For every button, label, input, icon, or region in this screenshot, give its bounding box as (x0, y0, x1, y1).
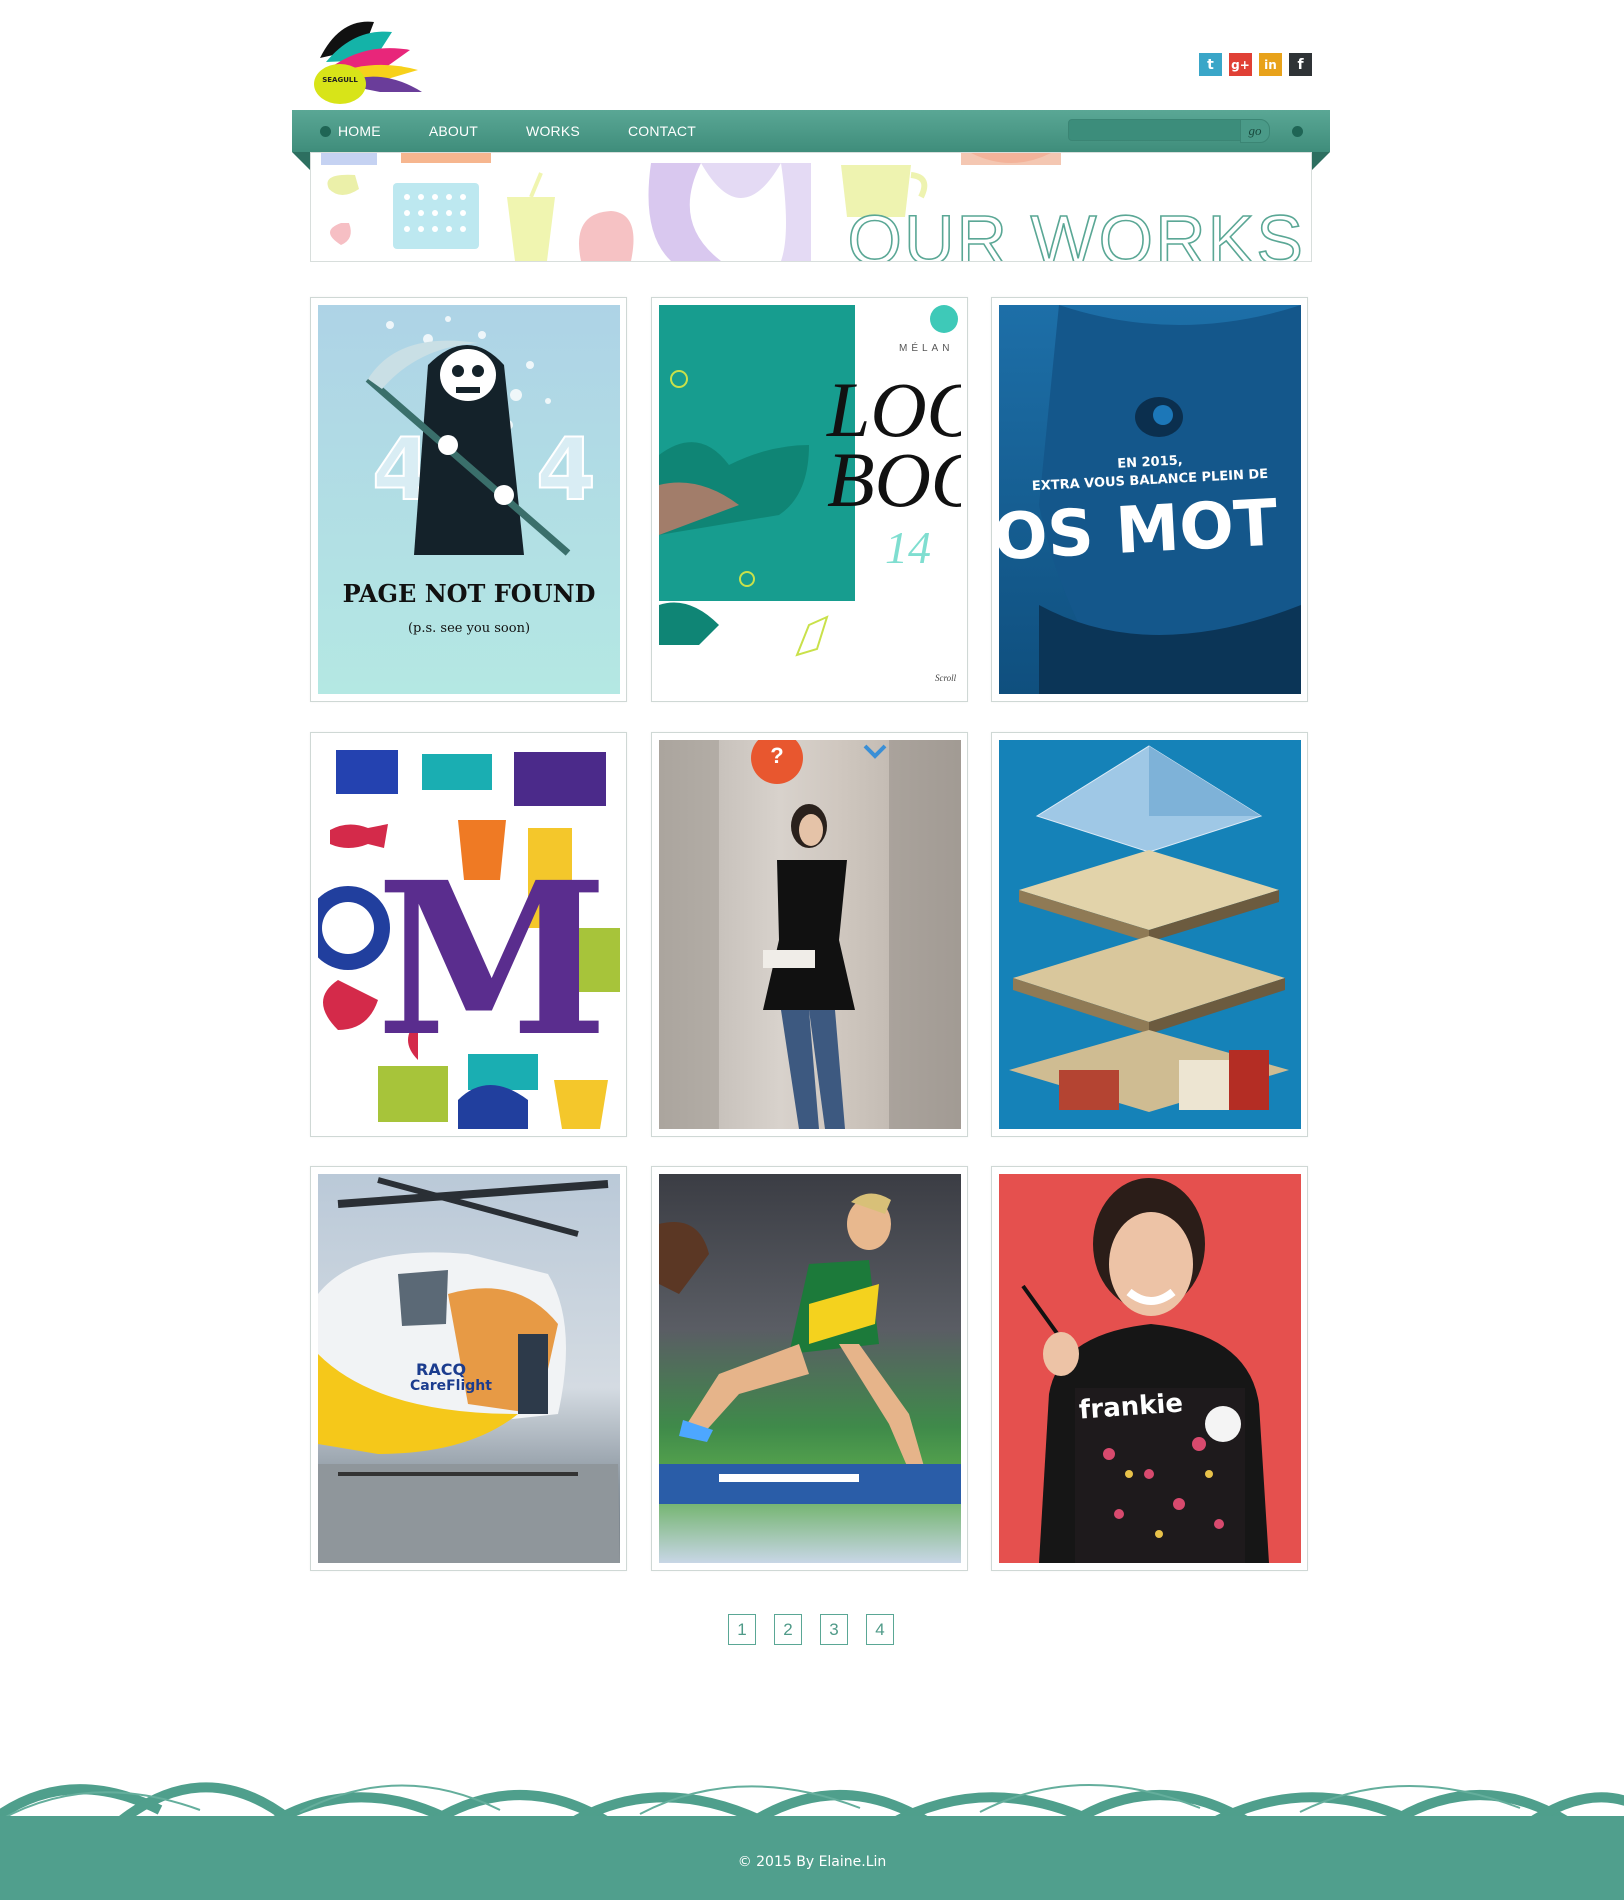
helicopter-label-2: CareFlight (410, 1378, 492, 1394)
work-image-frankie: frankie (999, 1174, 1301, 1563)
work-card[interactable]: MÉLAN LOO BOO 14 Scroll (651, 297, 968, 702)
work-image-louvre (999, 740, 1301, 1129)
work-card[interactable]: EN 2015, EXTRA VOUS BALANCE PLEIN DE OS … (991, 297, 1308, 702)
work-image-lookbook: MÉLAN LOO BOO 14 Scroll (659, 305, 961, 694)
woman-illustration (659, 740, 961, 1129)
lookbook-scroll-note: Scroll (935, 673, 957, 683)
social-links: t g+ in f (1199, 53, 1312, 76)
google-plus-icon[interactable]: g+ (1229, 53, 1252, 76)
search-box: go (1068, 119, 1270, 143)
nav-item-home[interactable]: HOME (338, 123, 381, 139)
work-image-m-pattern: M (318, 740, 620, 1129)
m-pattern-letter: M (376, 836, 609, 1083)
page-link-3[interactable]: 3 (820, 1614, 848, 1645)
logo-graphic: SEAGULL (314, 21, 422, 104)
louvre-illustration (1009, 745, 1289, 1112)
site-logo[interactable]: SEAGULL (310, 18, 428, 108)
work-card[interactable]: frankie (991, 1166, 1308, 1571)
work-caption: PAGE NOT FOUND (342, 579, 596, 608)
page-link-1[interactable]: 1 (728, 1614, 756, 1645)
work-card[interactable] (991, 732, 1308, 1137)
nav-bar: HOME ABOUT WORKS CONTACT go (292, 110, 1330, 152)
pagination: 1234 (310, 1614, 1312, 1645)
frankie-illustration (1021, 1178, 1269, 1563)
page-link-4[interactable]: 4 (866, 1614, 894, 1645)
work-image-hurdler (659, 1174, 961, 1563)
facebook-icon[interactable]: f (1289, 53, 1312, 76)
search-input[interactable] (1068, 119, 1250, 141)
help-badge: ? (770, 743, 784, 768)
nav-item-works[interactable]: WORKS (526, 123, 580, 139)
page-link-2[interactable]: 2 (774, 1614, 802, 1645)
nav-item-contact[interactable]: CONTACT (628, 123, 696, 139)
work-card[interactable]: ? (651, 732, 968, 1137)
footer-copyright: © 2015 By Elaine.Lin (737, 1854, 887, 1870)
linkedin-icon[interactable]: in (1259, 53, 1282, 76)
logo-text: SEAGULL (322, 76, 358, 84)
work-subcaption: (p.s. see you soon) (407, 621, 531, 636)
lookbook-brand: MÉLAN (899, 343, 954, 354)
work-card[interactable]: M (310, 732, 627, 1137)
work-image-page-not-found: 4 4 PAGE NOT FOUND (p.s. see you soon) (318, 305, 620, 694)
work-card[interactable]: 4 4 PAGE NOT FOUND (p.s. see you soon) (310, 297, 627, 702)
nav-item-about[interactable]: ABOUT (429, 123, 478, 139)
page-banner: OUR WORKS (310, 152, 1312, 262)
helicopter-label-1: RACQ (416, 1360, 467, 1379)
twitter-icon[interactable]: t (1199, 53, 1222, 76)
work-card[interactable] (651, 1166, 968, 1571)
helicopter-illustration (318, 1177, 620, 1563)
lookbook-title-line2: BOO (827, 436, 961, 523)
site-footer (0, 1750, 1624, 1900)
nav-rivet-left (320, 126, 331, 137)
work-image-woman: ? (659, 740, 961, 1129)
work-card[interactable]: RACQ CareFlight (310, 1166, 627, 1571)
nav-rivet-right (1292, 126, 1303, 137)
work-image-helicopter: RACQ CareFlight (318, 1174, 620, 1563)
search-go-button[interactable]: go (1240, 119, 1270, 143)
lookbook-number: 14 (885, 522, 931, 573)
nav-links: HOME ABOUT WORKS CONTACT (338, 110, 744, 152)
digit-right: 4 (536, 420, 596, 520)
hurdler-illustration (659, 1193, 961, 1504)
banner-title: OUR WORKS (847, 201, 1305, 262)
work-image-extra: EN 2015, EXTRA VOUS BALANCE PLEIN DE OS … (999, 305, 1301, 694)
lookbook-title-line1: LOO (827, 366, 961, 453)
